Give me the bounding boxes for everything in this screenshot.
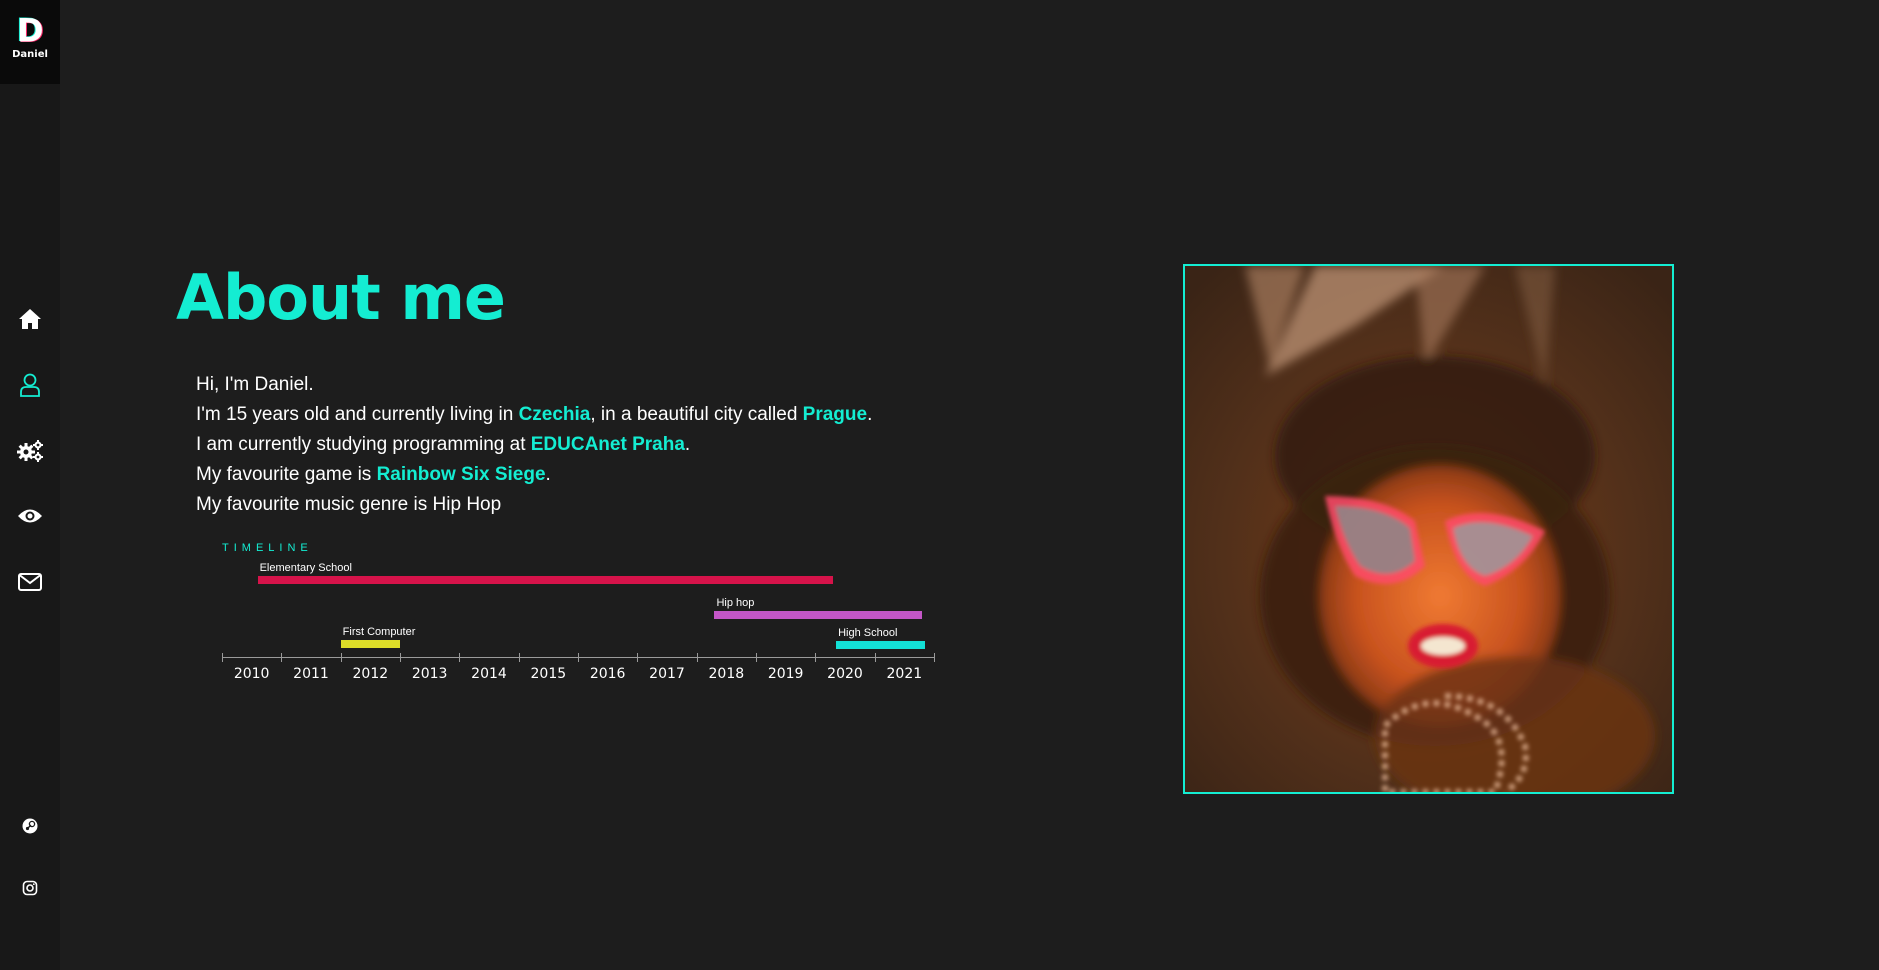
timeline-year-label: 2011 xyxy=(293,666,329,682)
bio-line: I am currently studying programming at E… xyxy=(196,434,691,455)
timeline-year-label: 2020 xyxy=(827,666,863,682)
timeline-year-label: 2019 xyxy=(767,666,804,682)
timeline-year-label: 2017 xyxy=(649,666,685,682)
timeline-bar-label: First Computer xyxy=(342,626,416,638)
timeline-year-label: 2016 xyxy=(589,666,626,682)
timeline-tick xyxy=(756,653,757,662)
timeline-bar xyxy=(714,611,923,619)
timeline-tick xyxy=(815,653,817,662)
timeline-year-label: 2010 xyxy=(233,666,270,682)
timeline-label: TIMELINE xyxy=(222,542,313,554)
logo[interactable]: D D D Daniel xyxy=(0,0,60,84)
timeline-tick xyxy=(459,653,461,662)
timeline-bar xyxy=(340,640,400,648)
highlight-game: Rainbow Six Siege xyxy=(376,464,546,485)
instagram-icon xyxy=(22,880,38,896)
page-title: About me xyxy=(176,261,506,334)
svg-text:D: D xyxy=(17,14,44,46)
nav-home[interactable] xyxy=(15,304,45,334)
gears-icon xyxy=(17,440,43,462)
bio-line: I'm 15 years old and currently living in… xyxy=(196,404,873,425)
steam-link[interactable] xyxy=(15,811,45,841)
logo-d-icon: D D D xyxy=(16,14,45,46)
timeline-tick xyxy=(400,653,401,662)
home-icon xyxy=(19,309,41,329)
sidebar: D D D Daniel xyxy=(0,0,60,970)
envelope-icon xyxy=(18,573,42,591)
highlight-czechia: Czechia xyxy=(518,404,591,425)
timeline-tick xyxy=(637,653,639,662)
bio-text: Hi, I'm Daniel. I'm 15 years old and cur… xyxy=(196,370,956,520)
steam-icon xyxy=(22,818,38,834)
timeline-bar-label: Hip hop xyxy=(716,597,755,609)
nav-about[interactable] xyxy=(15,370,45,400)
timeline-year-label: 2021 xyxy=(886,666,923,682)
logo-name: Daniel xyxy=(12,49,48,60)
timeline-tick xyxy=(281,653,283,662)
timeline-year-label: 2018 xyxy=(708,666,745,682)
timeline-year-label: 2013 xyxy=(411,666,448,682)
highlight-school: EDUCAnet Praha xyxy=(530,434,685,455)
bio-line: My favourite game is Rainbow Six Siege. xyxy=(196,464,551,485)
timeline-bar-label: Elementary School xyxy=(259,562,352,574)
timeline-tick xyxy=(696,653,698,662)
timeline-tick xyxy=(222,653,223,662)
highlight-prague: Prague xyxy=(802,404,868,425)
bio-line: Hi, I'm Daniel. xyxy=(196,374,314,395)
timeline-year-label: 2015 xyxy=(530,666,567,682)
nav-contact[interactable] xyxy=(15,567,45,597)
timeline-tick xyxy=(874,653,876,662)
timeline-year-label: 2012 xyxy=(352,666,389,682)
profile-photo xyxy=(1183,264,1674,794)
nav-skills[interactable] xyxy=(15,436,45,466)
profile-photo-image xyxy=(1185,266,1672,792)
timeline-bar xyxy=(257,576,834,584)
nav-portfolio[interactable] xyxy=(15,501,45,531)
timeline-tick xyxy=(340,653,342,662)
timeline-tick xyxy=(934,653,935,662)
user-icon xyxy=(20,373,40,397)
bio-line: My favourite music genre is Hip Hop xyxy=(196,494,502,515)
timeline-bar xyxy=(836,641,926,649)
instagram-link[interactable] xyxy=(15,873,45,903)
timeline: TIMELINE 2010 2011 2012 2013 2014 2015 2016 201… xyxy=(222,540,935,690)
timeline-bar-label: High School xyxy=(838,627,898,639)
eye-icon xyxy=(18,509,42,523)
timeline-tick xyxy=(578,653,579,662)
timeline-year-label: 2014 xyxy=(471,666,507,682)
timeline-tick xyxy=(518,653,520,662)
